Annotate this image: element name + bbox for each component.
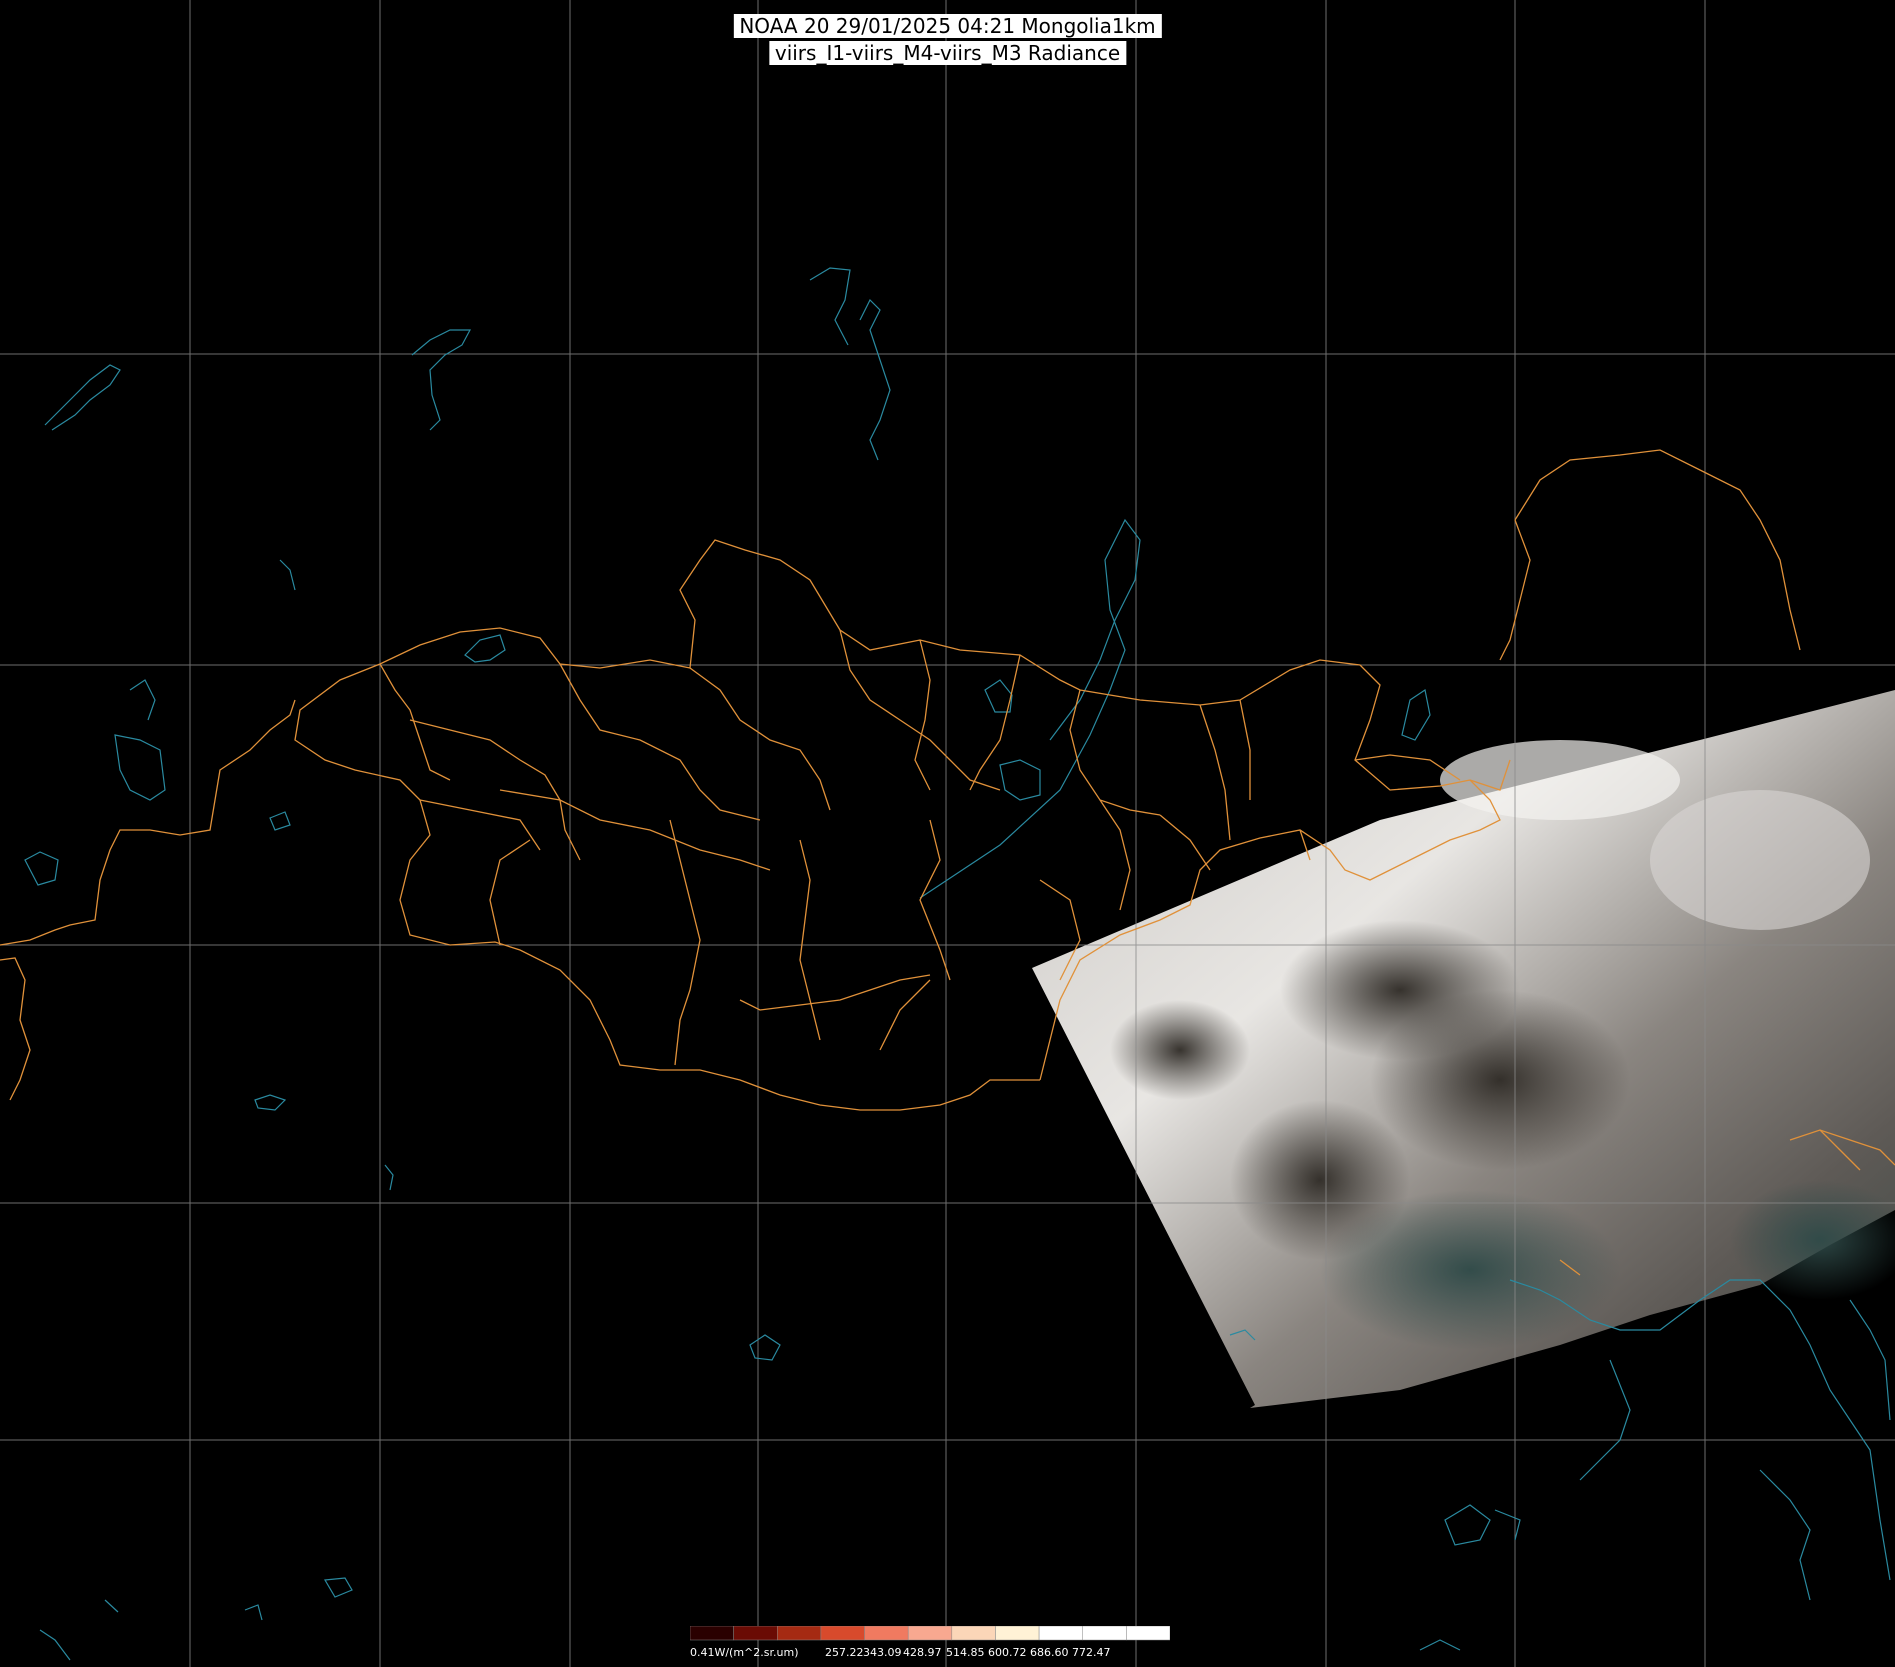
- colorbar-label: 772.47: [1072, 1646, 1111, 1659]
- map-title-line-2: viirs_I1-viirs_M4-viirs_M3 Radiance: [768, 41, 1127, 65]
- colorbar-swatch: [995, 1626, 1040, 1641]
- colorbar-label: 428.97: [903, 1646, 942, 1659]
- colorbar-swatch: [777, 1626, 822, 1641]
- colorbar-swatch: [1038, 1626, 1083, 1641]
- colorbar-label: -0.41W/(m^2.sr.um): [690, 1646, 798, 1659]
- satellite-swath: [1032, 690, 1895, 1408]
- map-title-line-1: NOAA 20 29/01/2025 04:21 Mongolia1km: [733, 14, 1162, 38]
- colorbar-swatch: [907, 1626, 953, 1641]
- colorbar: -0.41W/(m^2.sr.um) 257.22 343.09 428.97 514.…: [690, 1626, 1170, 1659]
- colorbar-label: 514.85: [946, 1646, 985, 1659]
- colorbar-swatch: [1126, 1626, 1170, 1641]
- colorbar-label: 257.22: [825, 1646, 864, 1659]
- colorbar-label: 600.72: [988, 1646, 1027, 1659]
- colorbar-swatch: [690, 1626, 734, 1641]
- colorbar-labels: -0.41W/(m^2.sr.um) 257.22 343.09 428.97 514.…: [690, 1646, 1111, 1659]
- colorbar-swatch: [820, 1626, 865, 1641]
- colorbar-label: 686.60: [1030, 1646, 1069, 1659]
- satellite-map: [0, 0, 1895, 1667]
- colorbar-swatch: [733, 1626, 778, 1641]
- colorbar-swatch: [1082, 1626, 1127, 1641]
- colorbar-swatch: [864, 1626, 909, 1641]
- colorbar-swatch: [951, 1626, 996, 1641]
- colorbar-label: 343.09: [863, 1646, 902, 1659]
- colorbar-swatches: [690, 1626, 1170, 1641]
